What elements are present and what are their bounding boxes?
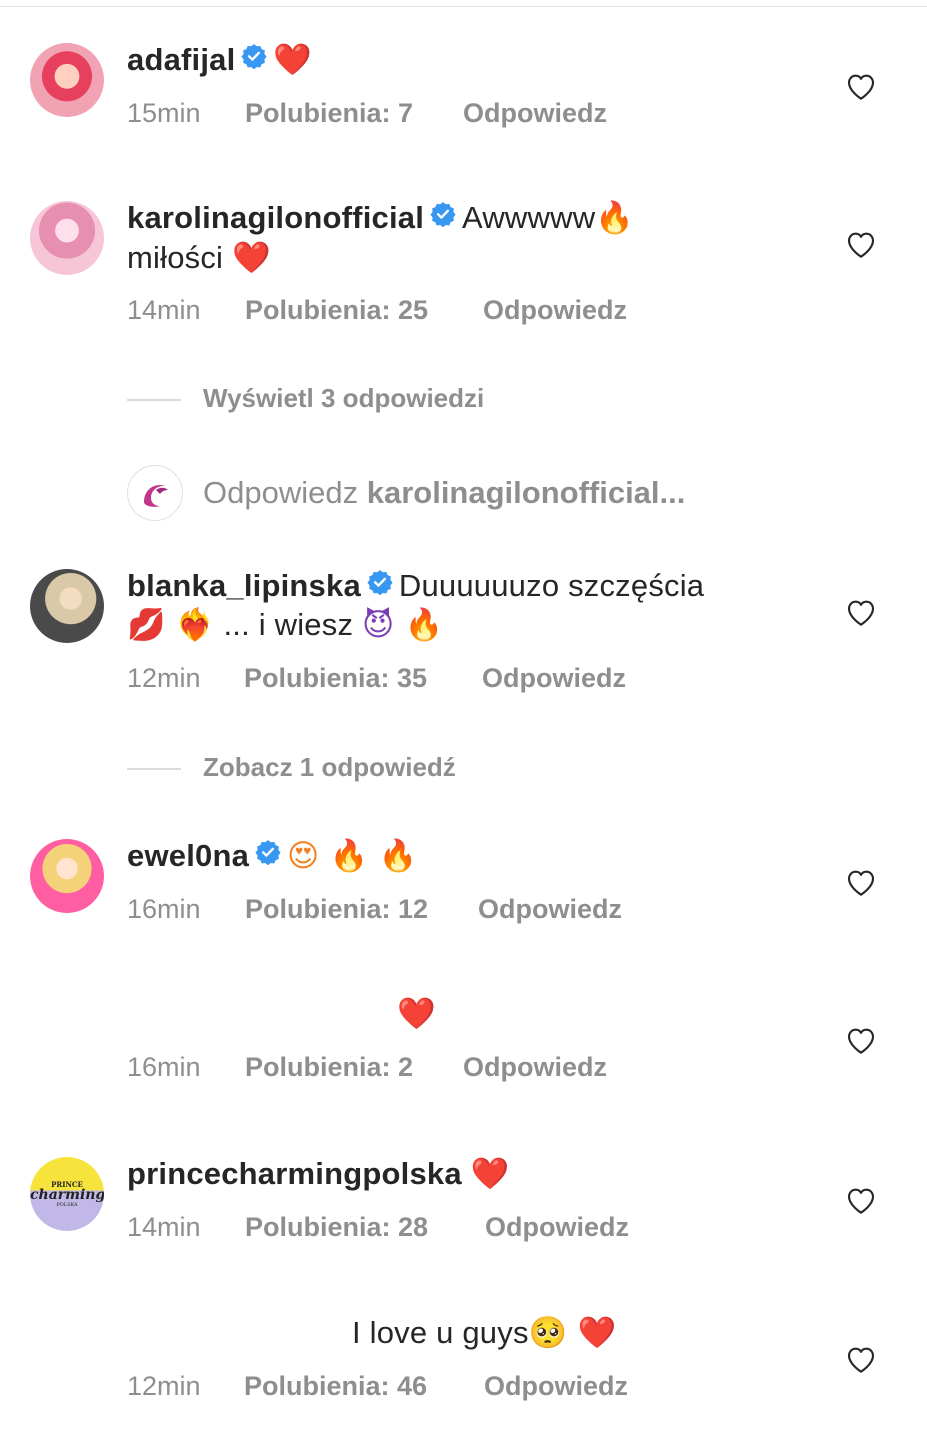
comment-username[interactable]: blanka_lipinska [127,568,361,603]
reply-target: karolinagilonofficial... [366,475,686,510]
avatar[interactable] [30,569,104,643]
heart-eyes-fire-emojis: 😍 🔥 🔥 [287,838,418,874]
comment-time: 16min [127,894,201,924]
comment-i-love-u-guys: I love u guys🥺 ❤️ 12min Polubienia: 46 O… [0,1313,927,1433]
reply-button[interactable]: Odpowiedz [478,894,622,925]
avatar[interactable]: PRINCE charming POLSKA [30,1157,104,1231]
comment-body: princecharmingpolska ❤️ [127,1154,817,1194]
heart-outline-icon[interactable] [845,597,877,627]
comment-likes[interactable]: Polubienia: 2 [245,1052,413,1083]
comment-username[interactable]: karolinagilonofficial [127,200,424,235]
current-user-avatar [127,465,183,521]
heart-outline-icon[interactable] [845,1185,877,1215]
comment-likes[interactable]: Polubienia: 28 [245,1212,428,1243]
comment-heart: ❤️ 16min Polubienia: 2 Odpowiedz [0,994,927,1114]
avatar-logo: PRINCE charming POLSKA [30,1181,104,1209]
comment-likes[interactable]: Polubienia: 35 [244,663,427,694]
brand-logo-icon [144,484,168,507]
verified-badge-icon [430,197,456,236]
top-divider [0,6,927,7]
replies-divider [127,768,181,770]
comment-time: 14min [127,1212,201,1242]
reply-button[interactable]: Odpowiedz [482,663,626,694]
comment-body: karolinagilonofficial Awwwww🔥 miłości ❤️ [127,198,817,278]
comment-body: adafijal ❤️ [127,40,817,80]
comment-body: ewel0na 😍 🔥 🔥 [127,836,817,876]
view-replies-label: Zobacz 1 odpowiedź [203,752,456,782]
comment-username[interactable]: ewel0na [127,838,249,873]
comment-time: 12min [127,1371,201,1401]
comment-time: 15min [127,98,201,128]
view-replies-label: Wyświetl 3 odpowiedzi [203,383,485,413]
heart-outline-icon[interactable] [845,229,877,259]
reply-button[interactable]: Odpowiedz [485,1212,629,1243]
pleading-heart-emojis: 🥺 ❤️ [528,1315,617,1351]
verified-badge-icon [367,565,393,604]
comment-karolinagilonofficial: karolinagilonofficial Awwwww🔥 miłości ❤️ … [0,198,927,338]
verified-badge-icon [255,835,281,874]
heart-emoji: ❤️ [397,996,436,1032]
heart-outline-icon[interactable] [845,71,877,101]
comment-text: I love u guys [352,1315,529,1350]
comment-body: ❤️ [397,994,817,1034]
fire-emoji: 🔥 [595,200,635,236]
heart-outline-icon[interactable] [845,1025,877,1055]
avatar[interactable] [30,201,104,275]
comment-adafijal: adafijal ❤️ 15min Polubienia: 7 Odpowiedz [0,40,927,160]
avatar-logo-main: charming [30,1187,104,1203]
comment-likes[interactable]: Polubienia: 46 [244,1371,427,1402]
replies-divider [127,399,181,401]
reply-button[interactable]: Odpowiedz [463,1052,607,1083]
comment-username[interactable]: adafijal [127,42,235,77]
reply-button[interactable]: Odpowiedz [463,98,607,129]
comment-text: Duuuuuuzo szczęścia [398,568,705,603]
avatar[interactable] [30,839,104,913]
comment-blanka-lipinska: blanka_lipinska Duuuuuuzo szczęścia 💋 ❤️‍… [0,566,927,706]
comment-body: I love u guys🥺 ❤️ [352,1313,817,1353]
comment-princecharmingpolska: PRINCE charming POLSKA princecharmingpol… [0,1154,927,1274]
comment-text-line2: ... i wiesz [223,607,354,642]
verified-badge-icon [241,39,267,78]
comment-text: Awwwww [462,200,596,235]
heart-outline-icon[interactable] [845,1344,877,1374]
comment-likes[interactable]: Polubienia: 25 [245,295,428,326]
reply-placeholder: Odpowiedz karolinagilonofficial... [203,475,685,511]
comment-ewel0na: ewel0na 😍 🔥 🔥 16min Polubienia: 12 Odpowi… [0,836,927,956]
heart-emoji: ❤️ [231,240,271,276]
comment-username[interactable]: princecharmingpolska [127,1156,462,1191]
reply-button[interactable]: Odpowiedz [484,1371,628,1402]
comment-text-line2: miłości [127,240,224,275]
comment-time: 12min [127,663,201,693]
heart-outline-icon[interactable] [845,867,877,897]
reply-prefix: Odpowiedz [203,475,359,510]
kiss-heart-emojis: 💋 ❤️‍🔥 [127,607,215,643]
avatar[interactable] [30,43,104,117]
comment-likes[interactable]: Polubienia: 12 [245,894,428,925]
reply-button[interactable]: Odpowiedz [483,295,627,326]
devil-fire-emojis: 😈 🔥 [361,607,444,643]
comment-likes[interactable]: Polubienia: 7 [245,98,413,129]
heart-emoji: ❤️ [273,42,313,78]
comment-time: 16min [127,1052,201,1082]
reply-input[interactable]: Odpowiedz karolinagilonofficial... [127,465,827,521]
comment-body: blanka_lipinska Duuuuuuzo szczęścia 💋 ❤️‍… [127,566,817,645]
heart-emoji: ❤️ [470,1156,510,1192]
comment-time: 14min [127,295,201,325]
